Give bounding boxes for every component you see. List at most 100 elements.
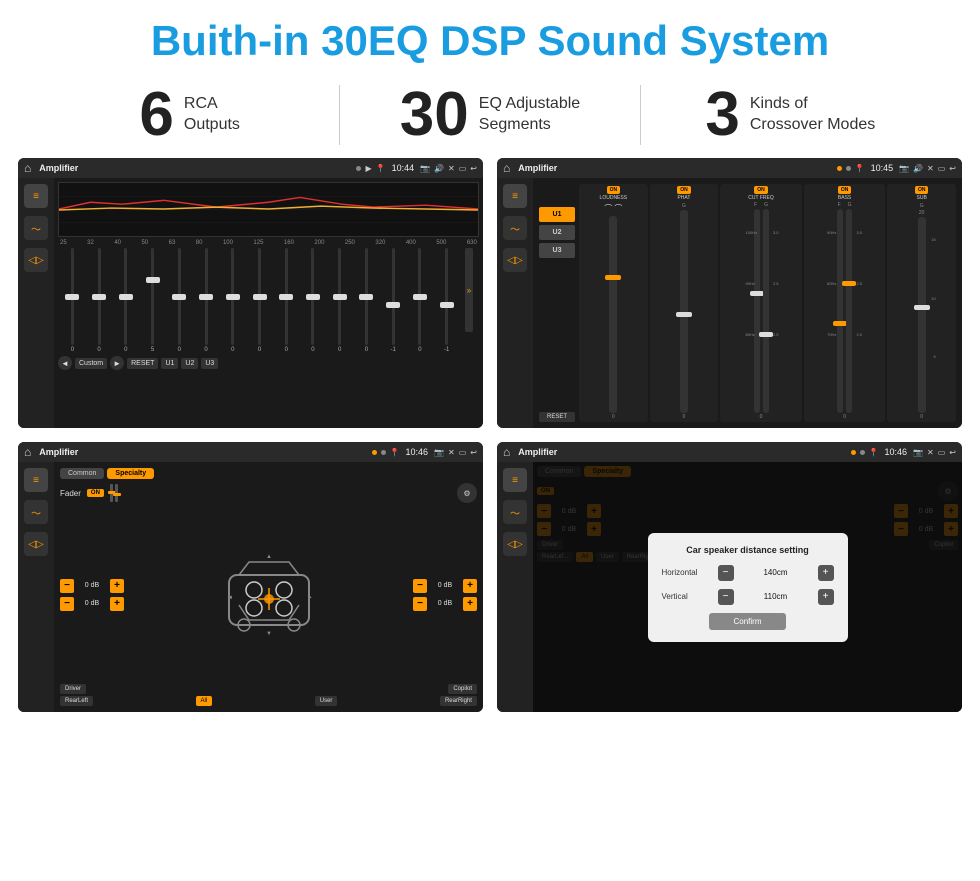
phat-slider[interactable] [680,210,688,413]
rear-left-button[interactable]: RearLeft [60,696,93,706]
home-icon-3[interactable]: ⌂ [24,445,31,459]
home-icon-2[interactable]: ⌂ [503,161,510,175]
distance-dialog: Car speaker distance setting Horizontal … [648,533,848,642]
u1-button[interactable]: U1 [161,358,178,369]
main-title: Buith-in 30EQ DSP Sound System [20,18,960,64]
next-preset-button[interactable]: ► [110,356,124,370]
crossover-grid: U1 U2 U3 RESET ON LOUDNESS [537,182,958,424]
cutfreq-slider-f[interactable]: 100Hz 90Hz 80Hz [754,209,760,413]
eq-slider-14[interactable]: -1 [434,248,459,353]
fader-minus-1[interactable]: − [60,579,74,593]
sidebar-vol-icon-4[interactable]: ◁▷ [503,532,527,556]
sidebar-eq-icon-2[interactable]: ≡ [503,184,527,208]
eq-slider-10[interactable]: 0 [327,248,352,353]
eq-slider-7[interactable]: 0 [247,248,272,353]
common-tab[interactable]: Common [60,468,104,479]
vertical-row: Vertical − 110cm + [662,589,834,605]
eq-slider-12[interactable]: -1 [381,248,406,353]
fader-plus-3[interactable]: + [463,579,477,593]
close-icon-4: ✕ [927,448,934,457]
home-icon[interactable]: ⌂ [24,161,31,175]
status-dot-1 [356,166,361,171]
vertical-plus-button[interactable]: + [818,589,834,605]
fader-minus-2[interactable]: − [60,597,74,611]
cutfreq-on-btn[interactable]: ON [754,186,768,194]
horizontal-minus-button[interactable]: − [718,565,734,581]
status-dot-4a [851,450,856,455]
eq-slider-9[interactable]: 0 [301,248,326,353]
sub-slider[interactable]: 15 10 5 [918,217,926,413]
sidebar-eq-icon-3[interactable]: ≡ [24,468,48,492]
sidebar-eq-icon-4[interactable]: ≡ [503,468,527,492]
all-button[interactable]: All [196,696,213,706]
custom-preset-button[interactable]: Custom [75,358,107,369]
fader-on-button[interactable]: ON [87,489,104,497]
fader-left-controls: − 0 dB + − 0 dB + [60,507,124,682]
loudness-slider[interactable] [609,216,617,413]
u3-button[interactable]: U3 [201,358,218,369]
sidebar-eq-icon[interactable]: ≡ [24,184,48,208]
confirm-button[interactable]: Confirm [709,613,785,630]
home-icon-4[interactable]: ⌂ [503,445,510,459]
horizontal-plus-button[interactable]: + [818,565,834,581]
u2-preset-button[interactable]: U2 [539,225,575,240]
bass-slider-f[interactable]: 90Hz 80Hz 70Hz [837,209,843,413]
sidebar-vol-icon-2[interactable]: ◁▷ [503,248,527,272]
sidebar-wave-icon[interactable]: 〜 [24,216,48,240]
fader-plus-2[interactable]: + [110,597,124,611]
reset-button[interactable]: RESET [127,358,158,369]
eq-slider-2[interactable]: 0 [113,248,138,353]
eq-slider-4[interactable]: 0 [167,248,192,353]
eq-slider-6[interactable]: 0 [220,248,245,353]
back-icon-2[interactable]: ↩ [949,164,956,173]
specialty-tab[interactable]: Specialty [107,468,154,479]
vertical-minus-button[interactable]: − [718,589,734,605]
fader-minus-4[interactable]: − [413,597,427,611]
back-icon-3[interactable]: ↩ [470,448,477,457]
back-icon-4[interactable]: ↩ [949,448,956,457]
eq-slider-5[interactable]: 0 [194,248,219,353]
fader-bottom-btns: Driver Copilot [60,684,477,694]
phat-on-btn[interactable]: ON [677,186,691,194]
driver-button[interactable]: Driver [60,684,86,694]
sub-on-btn[interactable]: ON [915,186,929,194]
eq-slider-expand[interactable]: » [461,248,477,353]
sidebar-wave-icon-4[interactable]: 〜 [503,500,527,524]
screen-fader-dialog: ⌂ Amplifier 📍 10:46 📷 ✕ ▭ ↩ ≡ 〜 ◁▷ Commo… [497,442,962,712]
freq-400: 400 [406,240,416,246]
sidebar-wave-icon-3[interactable]: 〜 [24,500,48,524]
cutfreq-slider-g[interactable]: 3.0 2.5 2.0 [763,209,769,413]
u2-button[interactable]: U2 [181,358,198,369]
sidebar-vol-icon[interactable]: ◁▷ [24,248,48,272]
bass-on-btn[interactable]: ON [838,186,852,194]
fader-plus-1[interactable]: + [110,579,124,593]
fader-db-row-2: − 0 dB + [60,597,124,611]
crossover-presets: U1 U2 U3 RESET [537,182,577,424]
sidebar-vol-icon-3[interactable]: ◁▷ [24,532,48,556]
eq-slider-11[interactable]: 0 [354,248,379,353]
fader-minus-3[interactable]: − [413,579,427,593]
eq-slider-3[interactable]: 5 [140,248,165,353]
status-dot-2b [846,166,851,171]
fader-label: Fader [60,489,81,498]
fader-db-row-1: − 0 dB + [60,579,124,593]
loudness-on-btn[interactable]: ON [607,186,621,194]
user-button[interactable]: User [315,696,338,706]
eq-slider-8[interactable]: 0 [274,248,299,353]
bass-channel: ON BASS FG 90Hz 80Hz 70Hz [804,184,886,422]
fader-settings-icon[interactable]: ⚙ [457,483,477,503]
eq-slider-1[interactable]: 0 [87,248,112,353]
bass-slider-g[interactable]: 3.0 2.5 2.0 [846,209,852,413]
u1-preset-button[interactable]: U1 [539,207,575,222]
rear-right-button[interactable]: RearRight [440,696,477,706]
copilot-button[interactable]: Copilot [448,684,477,694]
freq-125: 125 [253,240,263,246]
eq-slider-0[interactable]: 0 [60,248,85,353]
u3-preset-button[interactable]: U3 [539,243,575,258]
crossover-reset-button[interactable]: RESET [539,412,575,422]
prev-preset-button[interactable]: ◄ [58,356,72,370]
back-icon[interactable]: ↩ [470,164,477,173]
fader-plus-4[interactable]: + [463,597,477,611]
eq-slider-13[interactable]: 0 [408,248,433,353]
sidebar-wave-icon-2[interactable]: 〜 [503,216,527,240]
